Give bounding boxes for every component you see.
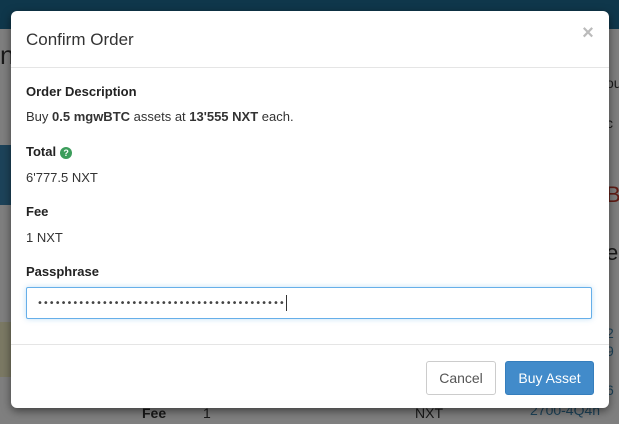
passphrase-masked-value: ••••••••••••••••••••••••••••••••••••••••… (37, 298, 285, 309)
passphrase-input[interactable]: ••••••••••••••••••••••••••••••••••••••••… (26, 287, 592, 319)
order-description-text: Buy 0.5 mgwBTC assets at 13'555 NXT each… (26, 109, 294, 124)
order-price: 13'555 NXT (189, 109, 259, 124)
confirm-order-dialog: Confirm Order × Order Description Buy 0.… (11, 11, 609, 408)
close-icon[interactable]: × (578, 23, 598, 43)
buy-asset-button[interactable]: Buy Asset (505, 361, 594, 395)
modal-header: Confirm Order × (11, 11, 609, 68)
modal-title: Confirm Order (26, 30, 134, 49)
total-label-row: Total? (26, 144, 73, 159)
fee-value: 1 NXT (26, 230, 63, 245)
help-icon[interactable]: ? (60, 147, 73, 159)
passphrase-label: Passphrase (26, 264, 99, 279)
order-amount: 0.5 mgwBTC (52, 109, 131, 124)
order-description-label: Order Description (26, 84, 137, 99)
order-prefix: Buy (26, 109, 53, 124)
text-caret (285, 295, 287, 311)
total-label: Total (26, 144, 57, 159)
order-suffix: each. (258, 109, 294, 124)
order-middle: assets at (130, 109, 190, 124)
total-value: 6'777.5 NXT (26, 170, 98, 185)
fee-label: Fee (26, 204, 49, 219)
modal-footer: Cancel Buy Asset (11, 344, 609, 409)
cancel-button[interactable]: Cancel (426, 361, 496, 395)
